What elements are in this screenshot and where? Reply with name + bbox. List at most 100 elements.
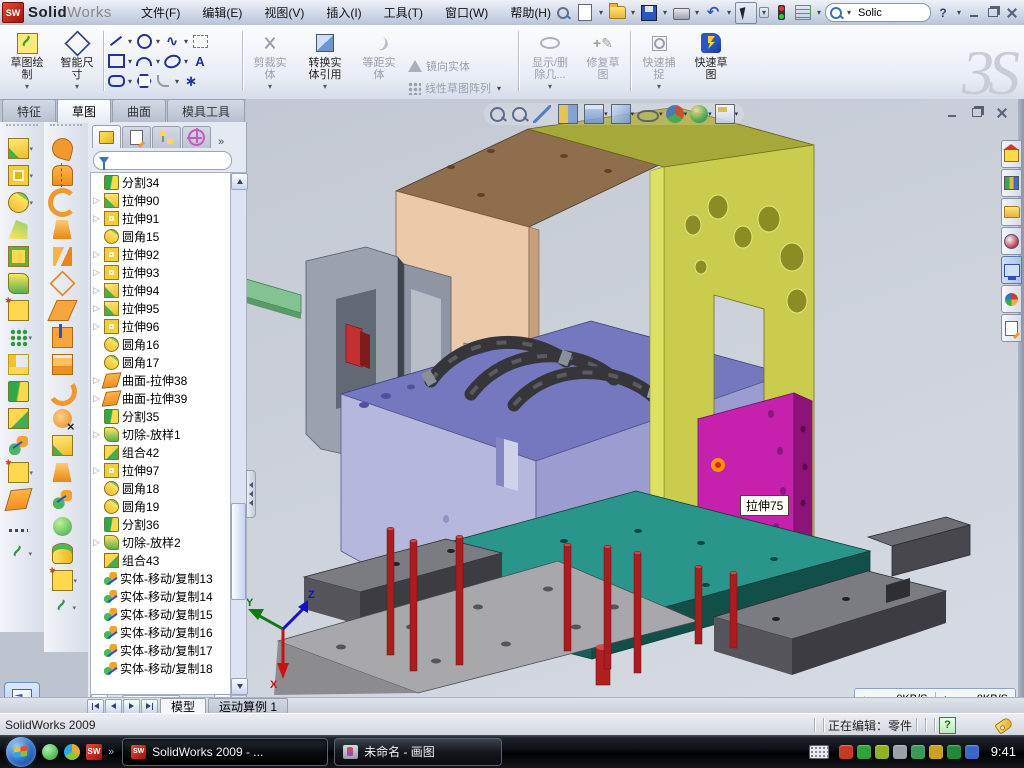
surface-tool-button[interactable]: ▾ [44, 162, 88, 189]
surface-tool-button[interactable]: ▾ [44, 594, 88, 621]
mirror-entities-button[interactable]: 镜向实体 [408, 55, 503, 77]
circle-tool-icon[interactable] [135, 33, 153, 49]
open-dropdown[interactable]: ▾ [629, 8, 637, 17]
circle-dropdown[interactable]: ▾ [154, 37, 162, 46]
next-tab-button[interactable] [123, 699, 140, 714]
options-button[interactable] [793, 3, 813, 23]
expand-arrow-icon[interactable]: ▷ [93, 267, 101, 278]
rectangle-tool-icon[interactable] [107, 53, 125, 69]
tool-dropdown[interactable]: ▾ [30, 199, 37, 207]
save-button[interactable] [639, 3, 659, 23]
fillet-dropdown[interactable]: ▾ [173, 77, 181, 86]
ribbon-tab[interactable]: 模具工具 [167, 99, 245, 122]
feature-tree-item[interactable]: ▷ 分割34 [91, 173, 231, 191]
3d-model-canvas[interactable] [246, 99, 1018, 697]
panel-chevron[interactable]: » [218, 136, 224, 148]
expand-arrow-icon[interactable]: ▷ [93, 195, 101, 206]
select-dropdown[interactable]: ▾ [759, 7, 769, 18]
quicklaunch-chevron[interactable]: » [108, 746, 114, 758]
tray-icon[interactable] [911, 745, 925, 759]
surface-tool-button[interactable]: ▾ [44, 432, 88, 459]
display-delete-relations-button[interactable]: 显示/删 除几...▾ [524, 28, 576, 94]
menu-item[interactable]: 编辑(E) [191, 0, 253, 25]
feature-tool-button[interactable]: ▾ [0, 162, 44, 189]
feature-tree-item[interactable]: ▷ 圆角16 [91, 335, 231, 353]
new-dropdown[interactable]: ▾ [597, 8, 605, 17]
surface-tool-button[interactable]: ▾ [44, 486, 88, 513]
quicklaunch-solidworks-icon[interactable]: SW [86, 744, 102, 760]
headsup-tool[interactable]: ▾ [533, 105, 555, 123]
feature-tree-item[interactable]: ▷ 圆角15 [91, 227, 231, 245]
headsup-dropdown[interactable]: ▾ [659, 110, 663, 118]
expand-arrow-icon[interactable]: ▷ [93, 465, 101, 476]
expand-arrow-icon[interactable]: ▷ [93, 393, 101, 404]
menu-item[interactable]: 视图(V) [253, 0, 315, 25]
first-tab-button[interactable] [87, 699, 104, 714]
tray-icon[interactable] [857, 745, 871, 759]
tray-icon[interactable] [947, 745, 961, 759]
expand-arrow-icon[interactable]: ▷ [93, 321, 101, 332]
tool-dropdown[interactable]: ▾ [29, 334, 36, 342]
surface-tool-button[interactable]: ▾ [44, 135, 88, 162]
ribbon-tab[interactable]: 特征 [2, 99, 56, 122]
feature-tree-item[interactable]: ▷ 切除-放样1 [91, 425, 231, 443]
taskbar-button-paint[interactable]: 未命名 - 画图 [334, 738, 502, 766]
feature-tree-item[interactable]: ▷ 切除-放样2 [91, 533, 231, 551]
headsup-tool[interactable]: ▾ [666, 105, 688, 123]
panel-splitter-handle[interactable] [246, 470, 256, 518]
surface-tool-button[interactable]: ▾ [44, 405, 88, 432]
file-explorer-tab[interactable] [1001, 198, 1022, 226]
save-dropdown[interactable]: ▾ [661, 8, 669, 17]
feature-tree-item[interactable]: ▷ 拉伸90 [91, 191, 231, 209]
feature-tree-item[interactable]: ▷ 实体-移动/复制15 [91, 605, 231, 623]
undo-dropdown[interactable]: ▾ [725, 8, 733, 17]
quicklaunch-messenger-icon[interactable] [42, 744, 58, 760]
restore-button[interactable] [984, 5, 1001, 20]
pin-icon[interactable] [553, 3, 573, 23]
ellipse-dropdown[interactable]: ▾ [182, 57, 190, 66]
surface-tool-button[interactable]: ▾ [44, 378, 88, 405]
tray-icon[interactable] [839, 745, 853, 759]
ribbon-tab[interactable]: 曲面 [112, 99, 166, 122]
arc-dropdown[interactable]: ▾ [154, 57, 162, 66]
menu-item[interactable]: 文件(F) [130, 0, 191, 25]
open-button[interactable] [607, 3, 627, 23]
arc-tool-icon[interactable] [135, 53, 153, 69]
sketch-text-icon[interactable]: A [191, 53, 209, 69]
headsup-dropdown[interactable]: ▾ [684, 110, 688, 118]
surface-tool-button[interactable]: ▾ [44, 216, 88, 243]
sketch-fillet-icon[interactable] [154, 73, 172, 89]
trim-entities-button[interactable]: 剪裁实 体▾ [247, 28, 293, 94]
feature-tool-button[interactable]: ▾ [0, 216, 44, 243]
surface-tool-button[interactable]: ▾ [44, 513, 88, 540]
sketch-button[interactable]: 草图绘 制▾ [4, 28, 50, 94]
expand-arrow-icon[interactable]: ▷ [93, 537, 101, 548]
menu-item[interactable]: 窗口(W) [434, 0, 499, 25]
feature-tree-item[interactable]: ▷ 拉伸95 [91, 299, 231, 317]
start-button[interactable] [6, 737, 36, 767]
feature-tool-button[interactable]: ▾ [0, 189, 44, 216]
feature-tree-item[interactable]: ▷ 实体-移动/复制18 [91, 659, 231, 677]
tray-icon[interactable] [965, 745, 979, 759]
print-dropdown[interactable]: ▾ [693, 8, 701, 17]
feature-tree-item[interactable]: ▷ 分割35 [91, 407, 231, 425]
menu-item[interactable]: 插入(I) [315, 0, 372, 25]
feature-tool-button[interactable]: ▾ [0, 540, 44, 567]
configurationmanager-tab[interactable] [152, 126, 181, 148]
model-tab[interactable]: 模型 [160, 698, 206, 714]
search-tab[interactable] [1001, 227, 1022, 255]
headsup-dropdown[interactable]: ▾ [631, 110, 635, 118]
spline-tool-icon[interactable]: ∿ [163, 33, 181, 49]
surface-tool-button[interactable]: ▾ [44, 270, 88, 297]
repair-sketch-button[interactable]: +✎ 修复草 图 [580, 28, 626, 94]
view-palette-tab[interactable] [1001, 256, 1022, 284]
headsup-tool[interactable]: ▾ [611, 104, 635, 124]
point-tool-icon[interactable]: ∗ [182, 73, 200, 89]
quicklaunch-app-icon[interactable] [64, 744, 80, 760]
feature-tool-button[interactable]: ▾ [0, 135, 44, 162]
rapid-sketch-button[interactable]: 快速草 图 [688, 28, 734, 94]
rebuild-button[interactable] [771, 3, 791, 23]
ribbon-tab[interactable]: 草图 [57, 99, 111, 123]
feature-tool-button[interactable]: ▾ [0, 270, 44, 297]
surface-tool-button[interactable]: ▾ [44, 297, 88, 324]
